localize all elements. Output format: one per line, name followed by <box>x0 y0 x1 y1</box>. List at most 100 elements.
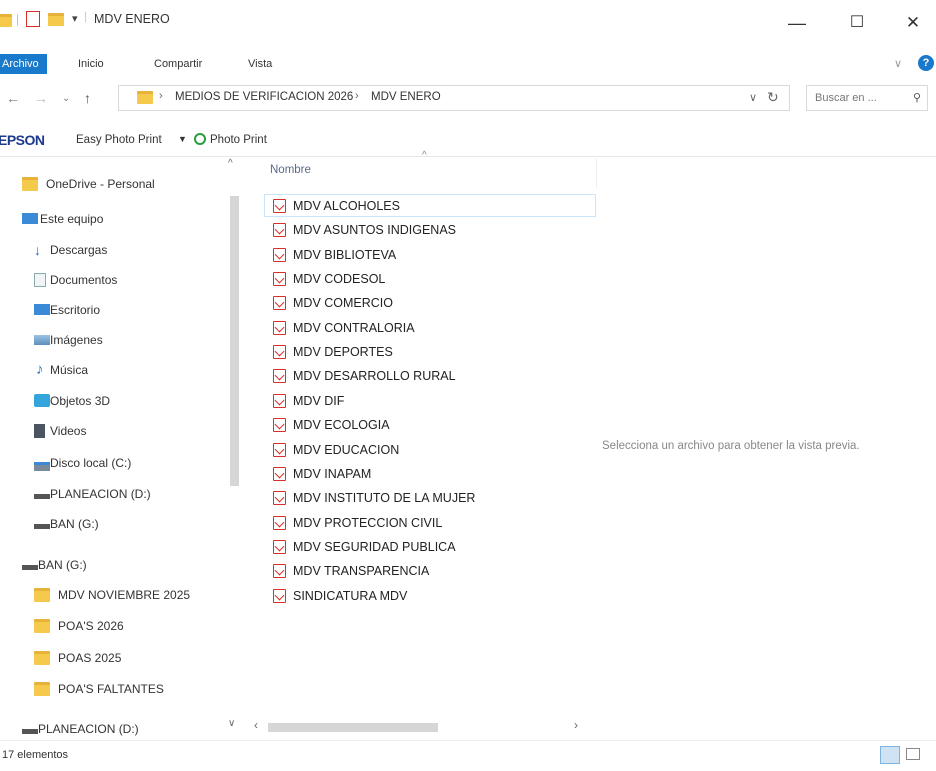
pdf-icon <box>273 466 286 481</box>
navigation-pane: ^ ∨ OneDrive - Personal Este equipo ↓ De… <box>0 158 244 736</box>
photo-print-icon <box>194 133 206 145</box>
horizontal-scrollbar[interactable]: ‹ › <box>254 718 590 734</box>
pdf-icon <box>273 320 286 335</box>
file-name: MDV DESARROLLO RURAL <box>293 369 456 384</box>
horizontal-scrollbar-thumb[interactable] <box>268 723 438 732</box>
folder-icon <box>34 682 50 696</box>
drive-icon <box>22 729 38 734</box>
file-name: MDV INSTITUTO DE LA MUJER <box>293 491 476 506</box>
tab-compartir[interactable]: Compartir <box>146 54 210 74</box>
search-icon[interactable]: ⚲ <box>913 86 921 110</box>
pdf-icon <box>273 296 286 311</box>
folder-icon <box>137 91 153 104</box>
pdf-icon <box>273 272 286 287</box>
scroll-down-icon[interactable]: ∨ <box>228 718 235 729</box>
close-button[interactable]: ✕ <box>890 10 936 36</box>
computer-icon <box>22 213 38 224</box>
file-name: MDV BIBLIOTEVA <box>293 247 397 262</box>
forward-icon[interactable]: → <box>34 90 48 106</box>
properties-icon[interactable] <box>26 11 40 27</box>
pdf-icon <box>273 223 286 238</box>
pdf-icon <box>273 539 286 554</box>
scroll-up-icon[interactable]: ^ <box>228 158 233 169</box>
address-dropdown-icon[interactable]: ∨ <box>749 91 757 104</box>
pdf-icon <box>273 369 286 384</box>
file-name: MDV DIF <box>293 393 345 408</box>
tab-vista[interactable]: Vista <box>240 54 280 74</box>
folder-icon <box>34 588 50 602</box>
file-name: MDV INAPAM <box>293 466 372 481</box>
breadcrumb-item-mdv-enero[interactable]: MDV ENERO <box>371 91 441 103</box>
separator: | <box>16 12 20 26</box>
easy-photo-print-dropdown-icon[interactable]: ▼ <box>178 134 187 144</box>
status-bar: 17 elementos <box>0 740 936 771</box>
music-icon: ♪ <box>36 361 44 378</box>
large-icons-view-icon[interactable] <box>906 748 920 760</box>
nav-scrollbar-thumb[interactable] <box>230 196 239 486</box>
new-folder-icon[interactable] <box>48 13 64 26</box>
help-icon[interactable]: ? <box>918 55 934 71</box>
folder-icon <box>0 14 12 27</box>
file-name: MDV ECOLOGIA <box>293 418 390 433</box>
pdf-icon <box>273 199 286 213</box>
search-input[interactable]: Buscar en ... ⚲ <box>806 85 928 111</box>
desktop-icon <box>34 304 50 315</box>
pdf-icon <box>273 442 286 457</box>
file-name: MDV ASUNTOS INDIGENAS <box>293 223 456 238</box>
file-name: MDV EDUCACION <box>293 442 400 457</box>
breadcrumb-item-medios[interactable]: MEDIOS DE VERIFICACION 2026 <box>175 91 353 103</box>
file-name: MDV DEPORTES <box>293 345 393 360</box>
pdf-icon <box>273 564 286 579</box>
ribbon-tabs: Archivo Inicio Compartir Vista ∨ ? <box>0 46 936 80</box>
pdf-icon <box>273 515 286 530</box>
back-icon[interactable]: ← <box>6 90 20 106</box>
preview-pane-message: Selecciona un archivo para obtener la vi… <box>602 440 860 452</box>
epson-toolbar: EPSON Easy Photo Print ▼ Photo Print <box>0 122 936 157</box>
easy-photo-print-button[interactable]: Easy Photo Print <box>76 134 162 146</box>
details-view-icon[interactable] <box>880 746 900 764</box>
maximize-button[interactable]: ☐ <box>834 10 880 36</box>
recent-locations-icon[interactable]: ⌄ <box>62 93 70 104</box>
drive-c-icon <box>34 462 50 471</box>
minimize-button[interactable]: — <box>774 10 820 36</box>
tab-inicio[interactable]: Inicio <box>70 54 112 74</box>
title-bar: | ▾ | MDV ENERO — ☐ ✕ <box>0 0 936 46</box>
drive-icon <box>34 494 50 499</box>
file-name: MDV COMERCIO <box>293 296 393 311</box>
refresh-icon[interactable]: ↻ <box>767 89 779 106</box>
download-icon: ↓ <box>34 242 41 258</box>
folder-icon <box>34 651 50 665</box>
pdf-icon <box>273 491 286 506</box>
scroll-right-icon[interactable]: › <box>574 718 578 732</box>
pdf-icon <box>273 393 286 408</box>
document-icon <box>34 273 46 287</box>
up-icon[interactable]: ↑ <box>84 90 91 106</box>
pictures-icon <box>34 335 50 345</box>
expand-ribbon-icon[interactable]: ∨ <box>894 57 902 70</box>
address-bar[interactable]: › MEDIOS DE VERIFICACION 2026 › MDV ENER… <box>118 85 790 111</box>
window-title: MDV ENERO <box>94 12 170 26</box>
tab-archivo[interactable]: Archivo <box>0 54 47 74</box>
photo-print-button[interactable]: Photo Print <box>210 134 267 146</box>
search-placeholder: Buscar en ... <box>815 92 877 104</box>
scroll-left-icon[interactable]: ‹ <box>254 718 258 732</box>
file-name: MDV CONTRALORIA <box>293 320 415 335</box>
customize-quick-access-icon[interactable]: ▾ <box>72 12 78 25</box>
breadcrumb-chevron-icon: › <box>355 90 359 102</box>
pdf-icon <box>273 588 286 603</box>
drive-icon <box>34 524 50 529</box>
nav-scrollbar[interactable]: ^ ∨ <box>228 158 242 736</box>
epson-logo: EPSON <box>0 132 45 148</box>
folder-icon <box>22 177 38 191</box>
video-icon <box>34 424 45 438</box>
file-name: MDV CODESOL <box>293 272 386 287</box>
drive-icon <box>22 565 38 570</box>
separator: | <box>84 9 88 23</box>
breadcrumb-chevron-icon: › <box>159 90 163 102</box>
file-name: MDV PROTECCION CIVIL <box>293 515 443 530</box>
column-header-nombre[interactable]: Nombre <box>262 158 597 188</box>
pdf-icon <box>273 418 286 433</box>
file-name: MDV TRANSPARENCIA <box>293 564 430 579</box>
file-list: ^ Nombre MDV ALCOHOLES MDV ASUNTOS INDIGE… <box>254 150 598 736</box>
file-name: SINDICATURA MDV <box>293 588 408 603</box>
